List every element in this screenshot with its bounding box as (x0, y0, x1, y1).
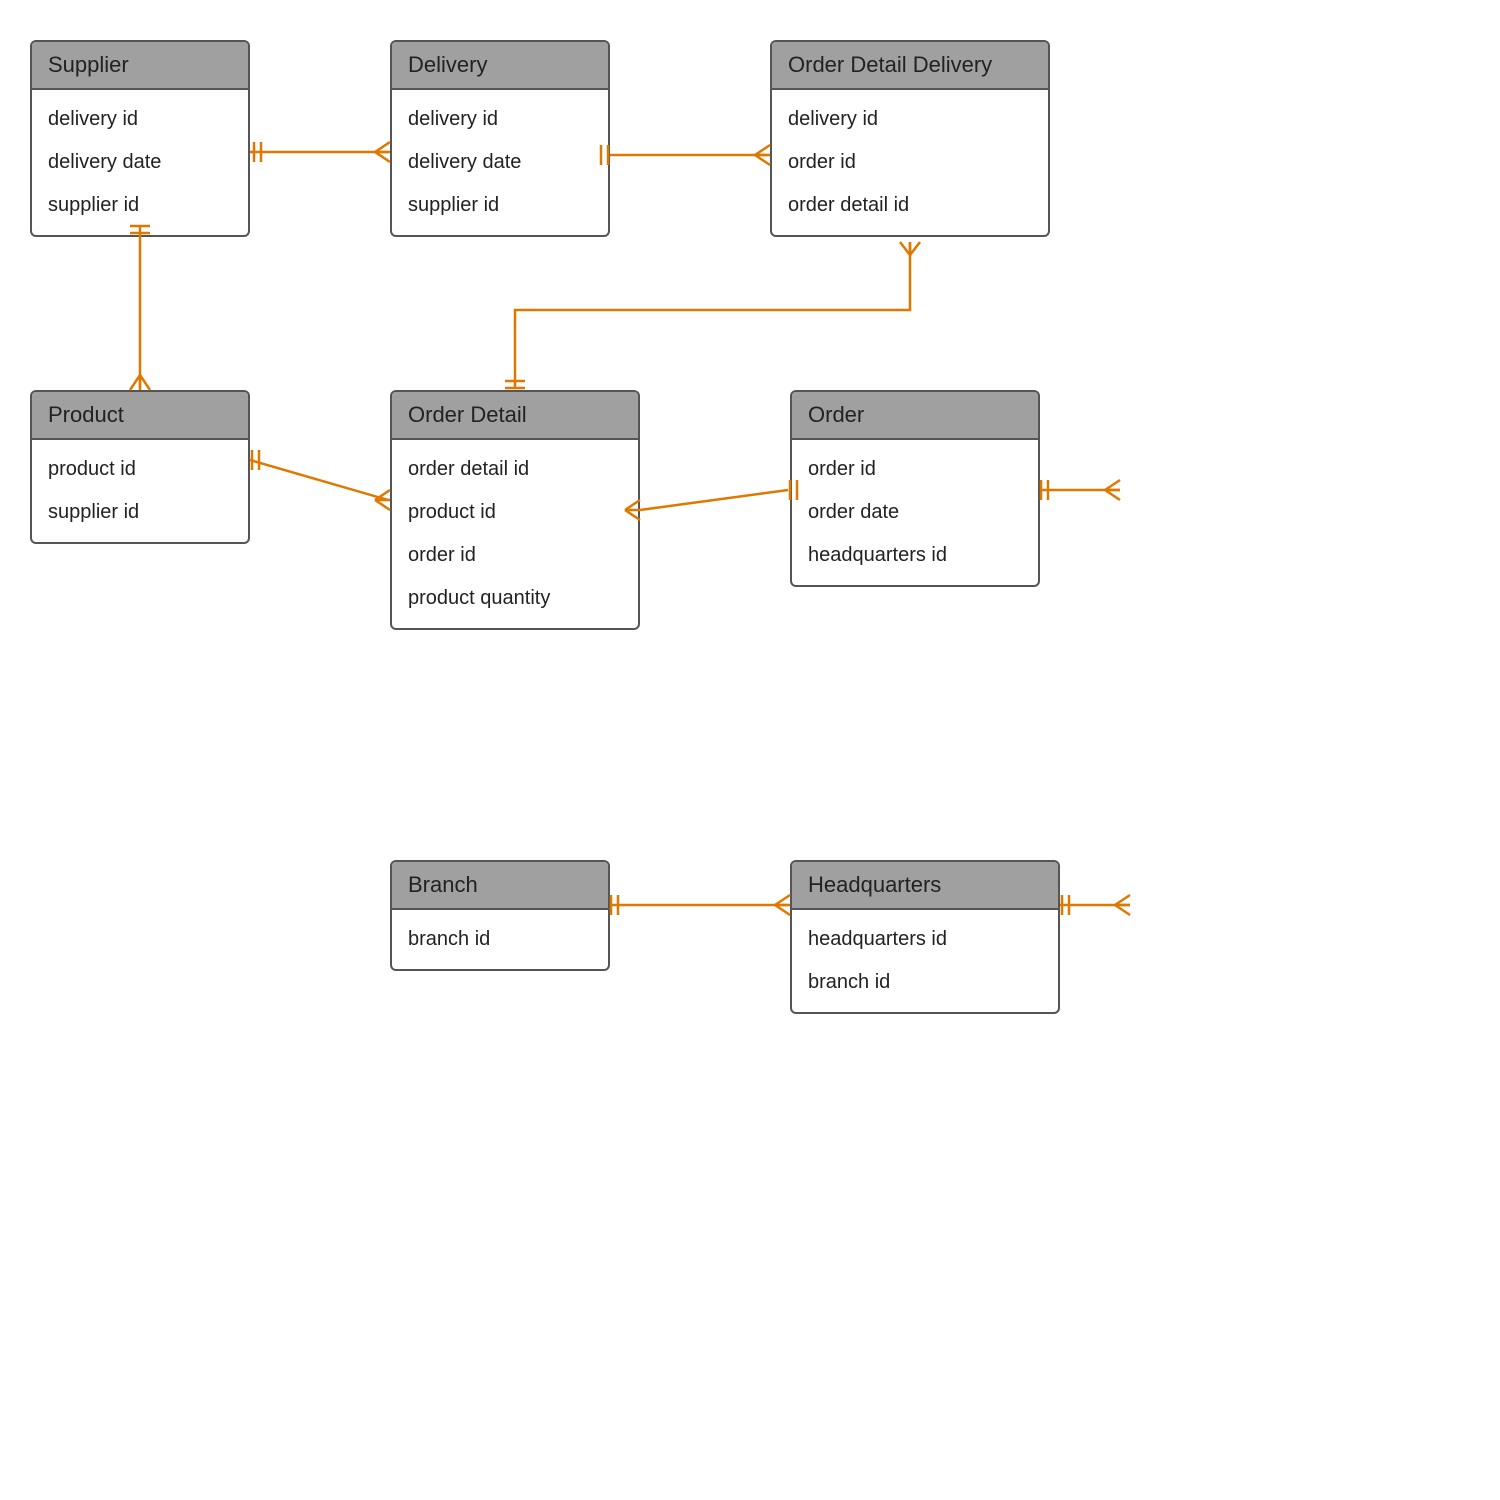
connector-orderdetail-order (640, 490, 788, 510)
table-order-body: order id order date headquarters id (792, 440, 1038, 585)
table-row: supplier id (32, 491, 248, 534)
table-row: delivery id (772, 98, 1048, 141)
table-delivery: Delivery delivery id delivery date suppl… (390, 40, 610, 237)
table-row: order date (792, 491, 1038, 534)
table-row: product quantity (392, 577, 638, 620)
table-order-detail-delivery: Order Detail Delivery delivery id order … (770, 40, 1050, 237)
table-branch-header: Branch (392, 862, 608, 910)
table-order-detail-delivery-body: delivery id order id order detail id (772, 90, 1048, 235)
table-row: order id (772, 141, 1048, 184)
table-supplier: Supplier delivery id delivery date suppl… (30, 40, 250, 237)
table-headquarters-body: headquarters id branch id (792, 910, 1058, 1012)
table-row: supplier id (392, 184, 608, 227)
table-order-header: Order (792, 392, 1038, 440)
table-delivery-body: delivery id delivery date supplier id (392, 90, 608, 235)
table-product-header: Product (32, 392, 248, 440)
table-branch: Branch branch id (390, 860, 610, 971)
table-row: delivery date (32, 141, 248, 184)
table-order-detail-delivery-header: Order Detail Delivery (772, 42, 1048, 90)
connector-product-orderdetail (250, 460, 388, 500)
table-order-detail-body: order detail id product id order id prod… (392, 440, 638, 628)
table-product-body: product id supplier id (32, 440, 248, 542)
table-row: delivery id (32, 98, 248, 141)
table-row: headquarters id (792, 918, 1058, 961)
diagram-container: Supplier delivery id delivery date suppl… (0, 0, 1500, 1500)
table-row: order detail id (392, 448, 638, 491)
table-branch-body: branch id (392, 910, 608, 969)
table-delivery-header: Delivery (392, 42, 608, 90)
table-row: headquarters id (792, 534, 1038, 577)
table-order-detail: Order Detail order detail id product id … (390, 390, 640, 630)
table-order-detail-header: Order Detail (392, 392, 638, 440)
table-supplier-header: Supplier (32, 42, 248, 90)
table-row: product id (32, 448, 248, 491)
table-headquarters: Headquarters headquarters id branch id (790, 860, 1060, 1014)
table-row: supplier id (32, 184, 248, 227)
table-supplier-body: delivery id delivery date supplier id (32, 90, 248, 235)
table-row: order id (392, 534, 638, 577)
table-row: order detail id (772, 184, 1048, 227)
table-row: branch id (792, 961, 1058, 1004)
table-row: branch id (392, 918, 608, 961)
table-row: product id (392, 491, 638, 534)
table-row: delivery id (392, 98, 608, 141)
table-row: delivery date (392, 141, 608, 184)
connector-odd-orderdetail (515, 242, 910, 388)
table-product: Product product id supplier id (30, 390, 250, 544)
table-order: Order order id order date headquarters i… (790, 390, 1040, 587)
table-row: order id (792, 448, 1038, 491)
table-headquarters-header: Headquarters (792, 862, 1058, 910)
